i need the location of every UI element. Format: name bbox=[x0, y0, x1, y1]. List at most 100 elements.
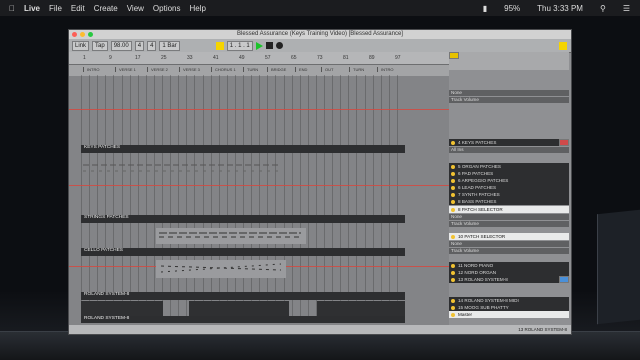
activator-icon[interactable] bbox=[451, 199, 455, 204]
grid-line bbox=[259, 75, 261, 323]
close-icon[interactable] bbox=[72, 32, 77, 37]
record-icon[interactable] bbox=[275, 42, 283, 49]
track-header[interactable]: 6 ARPEGGIO PATCHES bbox=[449, 177, 569, 184]
signature-denominator[interactable]: 4 bbox=[147, 40, 157, 51]
search-icon[interactable]: ⚲ bbox=[600, 4, 606, 13]
activator-icon[interactable] bbox=[451, 171, 455, 176]
track-header[interactable]: 11 NORD PIANO bbox=[449, 262, 569, 269]
menu-create[interactable]: Create bbox=[94, 4, 118, 13]
clock[interactable]: Thu 3:33 PM bbox=[537, 4, 583, 13]
activator-icon[interactable] bbox=[451, 298, 455, 303]
track-header[interactable]: 7 SYNTH PATCHES bbox=[449, 191, 569, 198]
locator[interactable]: END bbox=[295, 67, 307, 72]
beat-ruler[interactable]: 1 9 17 25 33 41 49 57 65 73 81 89 97 bbox=[69, 52, 449, 65]
menu-live[interactable]: Live bbox=[24, 4, 40, 13]
track-header[interactable]: 12 NORD ORGAN bbox=[449, 269, 569, 276]
menu-view[interactable]: View bbox=[127, 4, 144, 13]
apple-icon[interactable]:  bbox=[9, 4, 15, 13]
session-record-icon[interactable] bbox=[559, 41, 567, 50]
position-field[interactable]: 1 . 1 . 1 bbox=[226, 40, 253, 51]
input-select[interactable]: All Ins bbox=[449, 147, 569, 153]
signature-numerator[interactable]: 4 bbox=[134, 40, 145, 51]
menu-file[interactable]: File bbox=[49, 4, 62, 13]
grid-line bbox=[388, 75, 390, 323]
activator-icon[interactable] bbox=[451, 207, 455, 212]
grid-line bbox=[153, 75, 155, 323]
locator[interactable]: VERSE 3 bbox=[179, 67, 200, 72]
stop-icon[interactable] bbox=[265, 42, 273, 49]
grid-line bbox=[162, 75, 163, 323]
battery-icon[interactable]: ▮ bbox=[483, 4, 487, 13]
track-header-patch-selector[interactable]: 8 PATCH SELECTOR bbox=[449, 206, 569, 213]
locator[interactable]: TURN bbox=[349, 67, 364, 72]
track-header[interactable]: 5 ORGAN PATCHES bbox=[449, 163, 569, 170]
clip-mode-icon[interactable] bbox=[449, 52, 459, 59]
locator[interactable]: VERSE 1 bbox=[115, 67, 136, 72]
track-lane-keys[interactable]: KEYS PATCHES bbox=[81, 145, 405, 153]
activator-icon[interactable] bbox=[451, 192, 455, 197]
arm-button[interactable] bbox=[559, 139, 569, 146]
zoom-icon[interactable] bbox=[88, 32, 93, 37]
grid-line bbox=[121, 75, 123, 323]
track-header-roland[interactable]: 13 ROLAND SYSTEM-8 bbox=[449, 276, 569, 283]
activator-icon[interactable] bbox=[451, 185, 455, 190]
menu-help[interactable]: Help bbox=[190, 4, 206, 13]
grid-line bbox=[113, 75, 115, 323]
activator-icon[interactable] bbox=[451, 305, 455, 310]
menu-edit[interactable]: Edit bbox=[71, 4, 85, 13]
input-select[interactable]: None bbox=[449, 90, 569, 96]
track-header[interactable]: 6 PAD PATCHES bbox=[449, 170, 569, 177]
track-lane-label: ROLAND SYSTEM-8 bbox=[84, 292, 130, 297]
track-header[interactable]: 8 BASS PATCHES bbox=[449, 198, 569, 205]
input-select[interactable]: None bbox=[449, 214, 569, 220]
tempo-field[interactable]: 98.00 bbox=[110, 40, 132, 51]
track-header-roland-midi[interactable]: 14 ROLAND SYSTEM-8 MIDI bbox=[449, 297, 569, 304]
link-button[interactable]: Link bbox=[72, 40, 90, 51]
locator[interactable]: INTRO bbox=[377, 67, 393, 72]
tap-button[interactable]: Tap bbox=[92, 40, 108, 51]
track-header-keys[interactable]: 4 KEYS PATCHES bbox=[449, 139, 569, 146]
locator[interactable]: TURN bbox=[243, 67, 258, 72]
quantize-menu[interactable]: 1 Bar bbox=[159, 40, 180, 51]
locator[interactable]: CHORUS 1 bbox=[211, 67, 236, 72]
minimize-icon[interactable] bbox=[80, 32, 85, 37]
track-lane-strings[interactable]: STRINGS PATCHES bbox=[81, 215, 405, 223]
activator-icon[interactable] bbox=[451, 140, 455, 145]
locator[interactable]: VERSE 2 bbox=[147, 67, 168, 72]
grid-line bbox=[364, 75, 366, 323]
activator-icon[interactable] bbox=[451, 312, 455, 317]
menu-list-icon[interactable]: ☰ bbox=[623, 4, 630, 13]
track-lane-roland[interactable]: ROLAND SYSTEM-8 bbox=[81, 292, 405, 300]
window-titlebar: Blessed Assurance (Keys Training Video) … bbox=[69, 30, 571, 39]
monitor-button[interactable] bbox=[559, 276, 569, 283]
track-header[interactable]: 6 LEAD PATCHES bbox=[449, 184, 569, 191]
keys-clip-area bbox=[81, 157, 405, 181]
input-select[interactable]: None bbox=[449, 241, 569, 247]
track-header[interactable]: 15 MOOG SUB PHATTY bbox=[449, 304, 569, 311]
activator-icon[interactable] bbox=[451, 277, 455, 282]
track-lane-cello[interactable]: CELLO PATCHES bbox=[81, 248, 405, 256]
activator-icon[interactable] bbox=[451, 234, 455, 239]
ruler-tick: 33 bbox=[187, 55, 193, 61]
activator-icon[interactable] bbox=[451, 164, 455, 169]
track-name: 7 SYNTH PATCHES bbox=[458, 192, 500, 197]
track-lane-roland-midi[interactable]: ROLAND SYSTEM-8 bbox=[81, 316, 405, 323]
status-bar: 13 ROLAND SYSTEM-8 bbox=[69, 325, 571, 334]
locator[interactable]: BRIDGE bbox=[267, 67, 286, 72]
track-header-master[interactable]: Master bbox=[449, 311, 569, 318]
locator[interactable]: INTRO bbox=[83, 67, 99, 72]
activator-icon[interactable] bbox=[451, 263, 455, 268]
track-lane-label: ROLAND SYSTEM-8 bbox=[84, 316, 130, 321]
arrangement-view[interactable]: 1 9 17 25 33 41 49 57 65 73 81 89 97 INT… bbox=[69, 52, 449, 325]
activator-icon[interactable] bbox=[451, 178, 455, 183]
volume-select[interactable]: Track Volume bbox=[449, 221, 569, 227]
activator-icon[interactable] bbox=[451, 270, 455, 275]
follow-icon[interactable] bbox=[215, 41, 224, 50]
play-icon[interactable] bbox=[255, 41, 263, 50]
volume-select[interactable]: Track Volume bbox=[449, 97, 569, 103]
track-header-patch-selector-2[interactable]: 10 PATCH SELECTOR bbox=[449, 233, 569, 240]
locator[interactable]: OUT bbox=[321, 67, 333, 72]
menu-options[interactable]: Options bbox=[153, 4, 181, 13]
volume-select[interactable]: Track Volume bbox=[449, 248, 569, 254]
grid-line bbox=[348, 75, 350, 323]
